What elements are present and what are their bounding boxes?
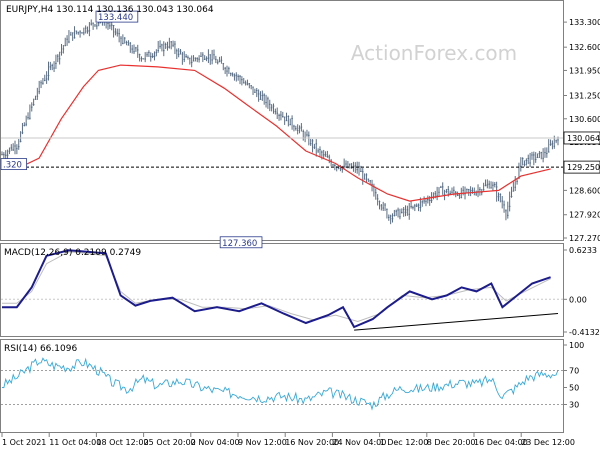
macd-y-tick-label: 0.00 — [569, 295, 587, 304]
x-tick-label: 16 Nov 20:00 — [285, 438, 339, 447]
annotation-label: 127.360 — [222, 239, 257, 249]
rsi-y-tick-label: 50 — [569, 384, 579, 393]
price-y-tick-label: 127.920 — [569, 211, 600, 220]
x-tick-label: 24 Nov 04:00 — [332, 438, 386, 447]
rsi-y-tick-label: 30 — [569, 401, 579, 410]
price-y-tick-label: 131.250 — [569, 92, 600, 101]
chart-canvas: ActionForex.com 133.440127.360.320 127.2… — [0, 0, 600, 450]
current-price-badge: 130.064 — [567, 134, 600, 143]
price-y-tick-label: 128.600 — [569, 186, 600, 195]
x-tick-label: 2 Nov 04:00 — [191, 438, 240, 447]
level-badge: 129.250 — [567, 163, 600, 172]
price-y-tick-label: 132.600 — [569, 43, 600, 52]
price-header: EURJPY,H4 130.114 130.136 130.043 130.06… — [6, 5, 214, 15]
x-tick-label: 18 Oct 12:00 — [96, 438, 148, 447]
macd-y-tick-label: 0.6233 — [569, 246, 597, 255]
rsi-y-tick-label: 100 — [569, 341, 584, 350]
rsi-y-tick-label: 70 — [569, 367, 579, 376]
x-tick-label: 23 Dec 12:00 — [521, 438, 575, 447]
annotation-label: .320 — [3, 161, 22, 171]
x-tick-label: 1 Dec 12:00 — [380, 438, 429, 447]
x-tick-label: 8 Dec 20:00 — [427, 438, 476, 447]
price-y-tick-label: 127.270 — [569, 234, 600, 243]
x-tick-label: 16 Dec 04:00 — [474, 438, 528, 447]
x-tick-label: 11 Oct 04:00 — [49, 438, 101, 447]
rsi-header: RSI(14) 66.1096 — [4, 344, 77, 354]
x-tick-label: 25 Oct 20:00 — [144, 438, 196, 447]
chart-background — [0, 0, 600, 450]
x-tick-label: 9 Nov 12:00 — [238, 438, 287, 447]
x-tick-label: 1 Oct 2021 — [2, 438, 46, 447]
macd-header: MACD(12,26,9) 0.2109 0.2749 — [4, 248, 141, 258]
price-y-tick-label: 133.300 — [569, 18, 600, 27]
price-y-tick-label: 131.950 — [569, 66, 600, 75]
watermark: ActionForex.com — [351, 41, 517, 65]
price-y-tick-label: 130.600 — [569, 115, 600, 124]
macd-y-tick-label: -0.4132 — [569, 328, 600, 337]
